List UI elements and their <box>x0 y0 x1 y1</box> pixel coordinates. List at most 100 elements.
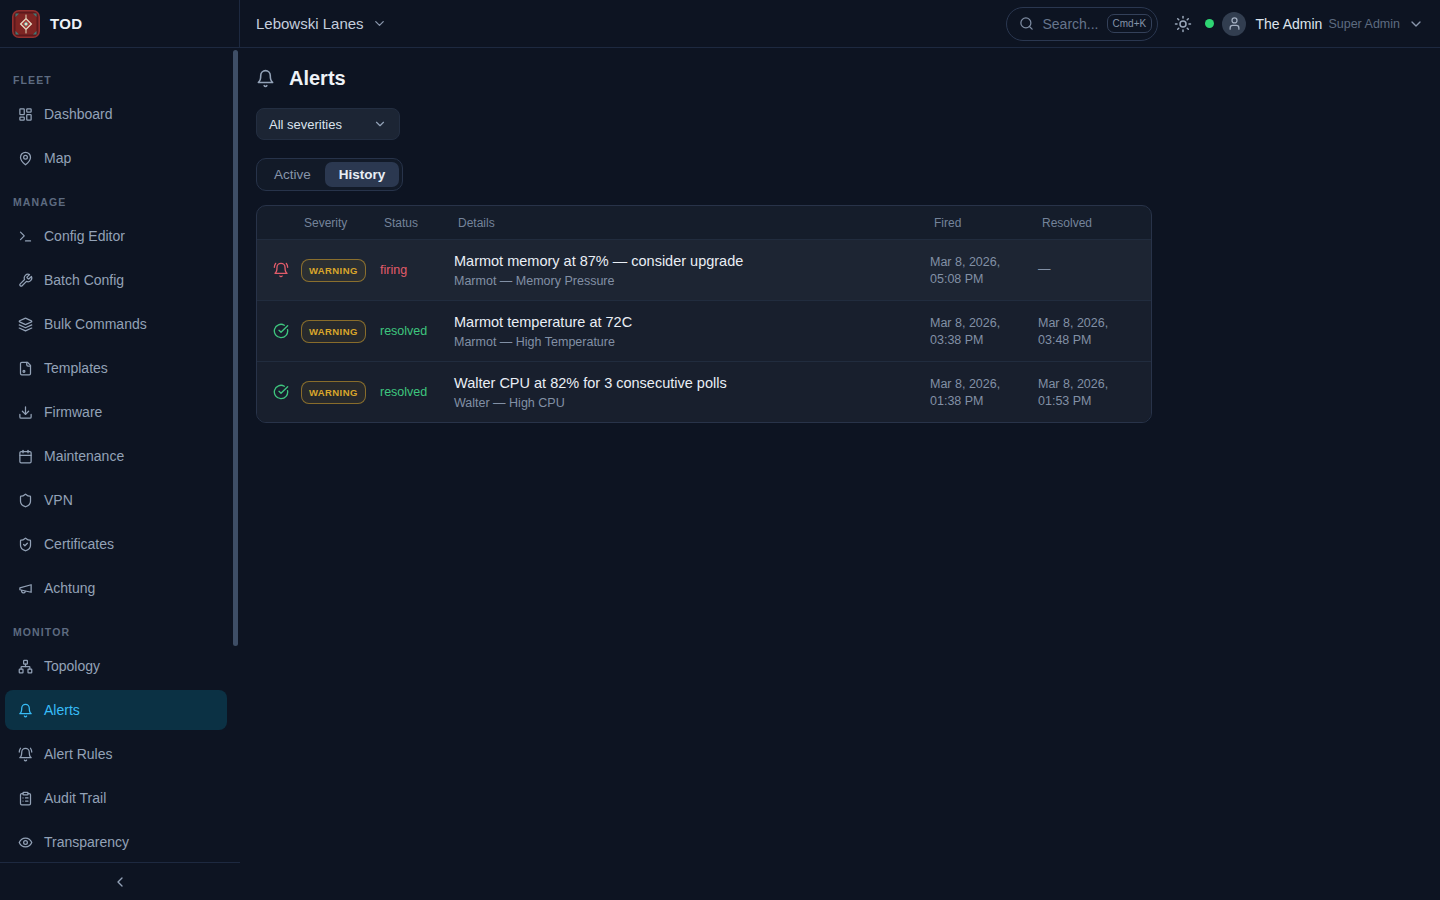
sidebar-collapse-button[interactable] <box>0 862 240 900</box>
alert-title: Marmot temperature at 72C <box>454 314 930 330</box>
table-header: SeverityStatusDetailsFiredResolved <box>257 206 1151 239</box>
chevron-left-icon <box>112 874 128 890</box>
brand-name: TOD <box>50 15 83 32</box>
sidebar-item-label: Transparency <box>44 834 129 850</box>
map-pin-icon <box>18 151 33 166</box>
search-shortcut-badge: Cmd+K <box>1107 14 1153 33</box>
bell-ring-icon <box>273 262 300 278</box>
brand-logo-icon <box>12 10 40 38</box>
alert-subtitle: Walter — High CPU <box>454 396 930 410</box>
page-title: Alerts <box>289 67 346 90</box>
sidebar-item-label: Bulk Commands <box>44 316 147 332</box>
sidebar-item-bulk-commands[interactable]: Bulk Commands <box>5 304 227 344</box>
user-icon <box>1227 16 1242 31</box>
user-role: Super Admin <box>1328 17 1400 31</box>
sidebar-item-dashboard[interactable]: Dashboard <box>5 94 227 134</box>
online-status-dot <box>1205 19 1214 28</box>
calendar-icon <box>18 449 33 464</box>
alerts-table: SeverityStatusDetailsFiredResolved WARNI… <box>256 205 1152 423</box>
sidebar-item-templates[interactable]: Templates <box>5 348 227 388</box>
sidebar-item-certificates[interactable]: Certificates <box>5 524 227 564</box>
severity-badge: WARNING <box>301 320 366 343</box>
alert-title: Walter CPU at 82% for 3 consecutive poll… <box>454 375 930 391</box>
eye-icon <box>18 835 33 850</box>
alert-subtitle: Marmot — Memory Pressure <box>454 274 930 288</box>
brand[interactable]: TOD <box>0 0 240 47</box>
sidebar-item-achtung[interactable]: Achtung <box>5 568 227 608</box>
alert-row[interactable]: WARNINGresolvedWalter CPU at 82% for 3 c… <box>257 361 1151 422</box>
search-icon <box>1019 16 1034 31</box>
sidebar-scrollbar-thumb[interactable] <box>233 50 238 646</box>
nav-section-label: MONITOR <box>5 626 227 642</box>
page-header: Alerts <box>256 64 1440 92</box>
app-root: TOD Lebowski Lanes Search... Cmd+K The A… <box>0 0 1440 900</box>
tab-active[interactable]: Active <box>260 162 325 187</box>
bell-icon <box>256 69 275 88</box>
table-body: WARNING firingMarmot memory at 87% — cons… <box>257 239 1151 422</box>
alert-details: Marmot memory at 87% — consider upgrade M… <box>454 253 930 288</box>
nav-section-label: FLEET <box>5 74 227 90</box>
sidebar-item-label: Config Editor <box>44 228 125 244</box>
status-text: resolved <box>380 324 454 338</box>
column-header-details: Details <box>454 216 930 230</box>
resolved-at: — <box>1038 262 1135 279</box>
alert-details: Marmot temperature at 72C Marmot — High T… <box>454 314 930 349</box>
shield-check-icon <box>18 537 33 552</box>
topbar: Lebowski Lanes Search... Cmd+K The Admin… <box>240 0 1440 47</box>
column-header-fired: Fired <box>930 216 1038 230</box>
app-header: TOD Lebowski Lanes Search... Cmd+K The A… <box>0 0 1440 48</box>
download-icon <box>18 405 33 420</box>
alert-row[interactable]: WARNING firingMarmot memory at 87% — cons… <box>257 239 1151 300</box>
sidebar-item-audit-trail[interactable]: Audit Trail <box>5 778 227 818</box>
sidebar-item-firmware[interactable]: Firmware <box>5 392 227 432</box>
org-name: Lebowski Lanes <box>256 15 364 32</box>
sidebar-item-map[interactable]: Map <box>5 138 227 178</box>
chevron-down-icon <box>1408 16 1424 32</box>
sidebar-item-topology[interactable]: Topology <box>5 646 227 686</box>
sidebar-item-label: VPN <box>44 492 73 508</box>
clipboard-list-icon <box>18 791 33 806</box>
check-circle-icon <box>273 384 300 400</box>
sidebar-item-alerts[interactable]: Alerts <box>5 690 227 730</box>
sidebar-item-vpn[interactable]: VPN <box>5 480 227 520</box>
chevron-down-icon <box>373 117 387 131</box>
sidebar-item-label: Firmware <box>44 404 102 420</box>
org-switcher[interactable]: Lebowski Lanes <box>256 15 387 32</box>
resolved-at: Mar 8, 2026,01:53 PM <box>1038 377 1135 408</box>
user-menu[interactable]: The Admin Super Admin <box>1222 12 1424 36</box>
main-content: Alerts All severities ActiveHistory Seve… <box>240 48 1440 900</box>
search-input[interactable]: Search... Cmd+K <box>1006 7 1158 41</box>
nav-section-label: MANAGE <box>5 196 227 212</box>
topbar-right: Search... Cmd+K The Admin Super Admin <box>1006 7 1424 41</box>
avatar <box>1222 12 1246 36</box>
sidebar-item-label: Audit Trail <box>44 790 106 806</box>
fired-at: Mar 8, 2026,05:08 PM <box>930 255 1038 286</box>
sidebar-item-maintenance[interactable]: Maintenance <box>5 436 227 476</box>
megaphone-icon <box>18 581 33 596</box>
theme-toggle-button[interactable] <box>1174 15 1192 33</box>
status-text: firing <box>380 263 454 277</box>
sidebar-item-batch-config[interactable]: Batch Config <box>5 260 227 300</box>
alert-row[interactable]: WARNING resolvedMarmot temperature at 72C… <box>257 300 1151 361</box>
severity-filter-select[interactable]: All severities <box>256 108 400 140</box>
tab-history[interactable]: History <box>325 162 400 187</box>
fired-at: Mar 8, 2026,03:38 PM <box>930 316 1038 347</box>
sidebar-item-label: Dashboard <box>44 106 113 122</box>
wrench-icon <box>18 273 33 288</box>
column-header-resolved: Resolved <box>1038 216 1135 230</box>
sidebar-item-alert-rules[interactable]: Alert Rules <box>5 734 227 774</box>
sidebar-item-label: Topology <box>44 658 100 674</box>
sidebar-item-label: Templates <box>44 360 108 376</box>
shield-icon <box>18 493 33 508</box>
layers-icon <box>18 317 33 332</box>
sidebar-item-config-editor[interactable]: Config Editor <box>5 216 227 256</box>
sidebar: FLEET Dashboard Map MANAGE Config Editor Batc… <box>0 48 240 900</box>
severity-badge: WARNING <box>301 259 366 282</box>
alert-subtitle: Marmot — High Temperature <box>454 335 930 349</box>
sidebar-item-label: Certificates <box>44 536 114 552</box>
layout-dashboard-icon <box>18 107 33 122</box>
check-circle-icon <box>273 323 300 339</box>
sidebar-item-transparency[interactable]: Transparency <box>5 822 227 862</box>
resolved-at: Mar 8, 2026,03:48 PM <box>1038 316 1135 347</box>
alert-title: Marmot memory at 87% — consider upgrade <box>454 253 930 269</box>
